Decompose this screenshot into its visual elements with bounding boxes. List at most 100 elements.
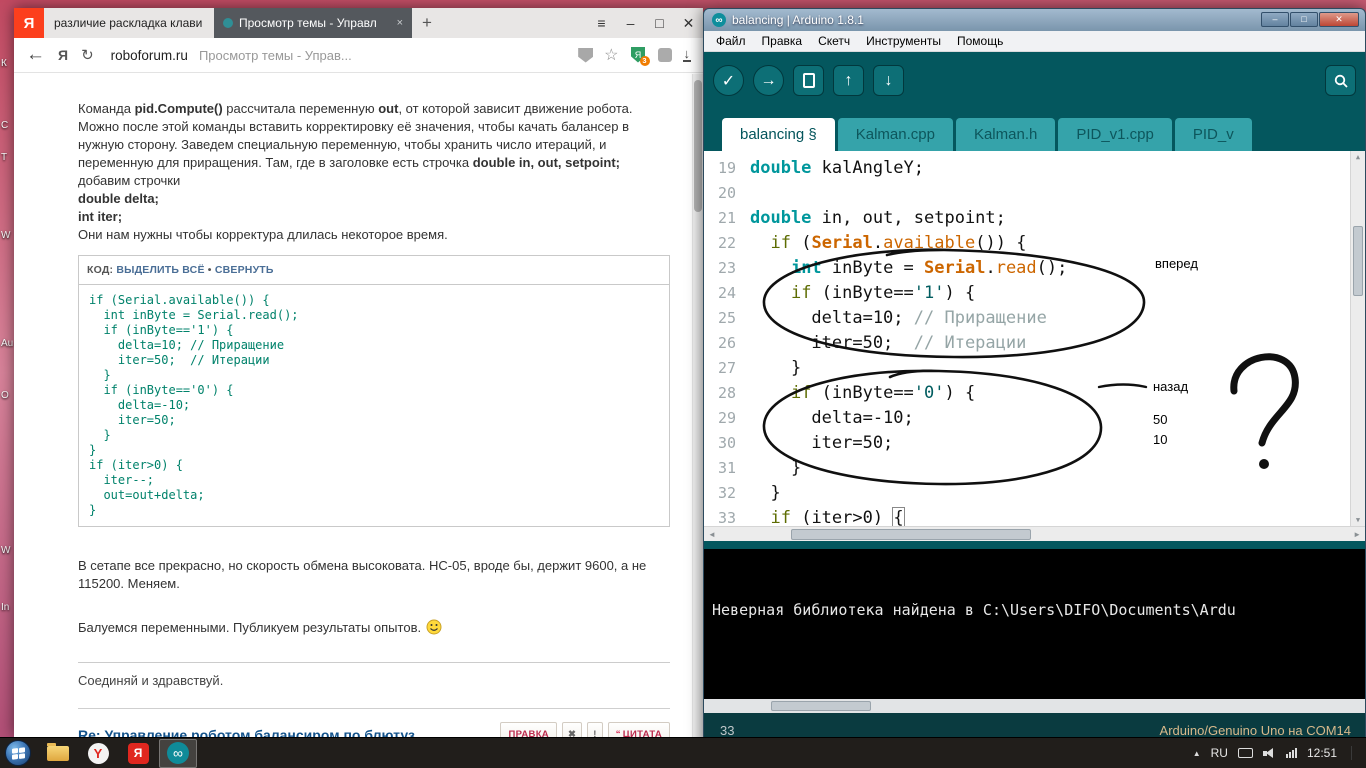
line-number: 31 xyxy=(704,459,750,477)
edit-button[interactable]: ПРАВКА xyxy=(500,722,557,737)
tab-close-icon[interactable]: × xyxy=(397,17,403,29)
code-editor[interactable]: 19double kalAngleY;2021double in, out, s… xyxy=(704,151,1365,526)
url-host: roboforum.ru xyxy=(111,48,188,63)
browser-close-button[interactable]: ✕ xyxy=(674,15,703,32)
ide-titlebar[interactable]: ∞ balancing | Arduino 1.8.1 – □ ✕ xyxy=(704,9,1365,31)
scroll-down-arrow[interactable]: ▼ xyxy=(1351,516,1365,524)
code-block-header: КОД: ВЫДЕЛИТЬ ВСЁ • СВЕРНУТЬ xyxy=(79,256,669,285)
scrollbar-thumb[interactable] xyxy=(791,529,1031,540)
delete-button[interactable]: ✖ xyxy=(562,722,582,737)
ide-window-controls: – □ ✕ xyxy=(1261,12,1359,27)
line-code: delta=-10; xyxy=(750,408,914,428)
ide-tab-2[interactable]: Kalman.cpp xyxy=(838,118,953,151)
collapse-link[interactable]: СВЕРНУТЬ xyxy=(215,264,274,276)
text-segment: добавим строчки xyxy=(78,173,180,188)
network-icon[interactable] xyxy=(1286,748,1297,758)
editor-line-22: 22 if (Serial.available()) { xyxy=(704,230,1365,255)
scrollbar-thumb[interactable] xyxy=(1353,226,1363,296)
editor-line-19: 19double kalAngleY; xyxy=(704,155,1365,180)
next-post-block: Re: Управление роботом балансиром по блю… xyxy=(78,708,670,737)
open-button[interactable]: ↑ xyxy=(833,65,864,96)
reload-button[interactable]: ↻ xyxy=(81,46,94,64)
scroll-up-arrow[interactable]: ▲ xyxy=(1351,153,1365,161)
volume-icon[interactable] xyxy=(1263,748,1276,759)
ide-menu-1[interactable]: Файл xyxy=(708,32,754,50)
line-number: 30 xyxy=(704,434,750,452)
ide-menu-5[interactable]: Помощь xyxy=(949,32,1011,50)
browser-window-controls: ≡ – □ ✕ xyxy=(587,8,703,38)
new-sketch-button[interactable] xyxy=(793,65,824,96)
desktop-icon-label[interactable]: T xyxy=(1,152,7,163)
taskbar-arduino[interactable]: ∞ xyxy=(159,739,197,768)
extension-icon[interactable] xyxy=(658,48,672,62)
ide-tab-1[interactable]: balancing § xyxy=(722,118,835,151)
show-desktop-button[interactable] xyxy=(1351,746,1358,760)
close-button[interactable]: ✕ xyxy=(1319,12,1359,27)
desktop-icon-label[interactable]: W xyxy=(1,545,10,556)
language-indicator[interactable]: RU xyxy=(1211,746,1228,760)
yandex-logo-icon[interactable]: Я xyxy=(14,8,44,38)
line-number: 33 xyxy=(704,509,750,527)
post-title-link[interactable]: Re: Управление роботом балансиром по блю… xyxy=(78,726,495,737)
browser-maximize-button[interactable]: □ xyxy=(645,15,674,31)
minimize-button[interactable]: – xyxy=(1261,12,1289,27)
editor-vertical-scrollbar[interactable]: ▲ ▼ xyxy=(1350,151,1365,526)
desktop-icon-label[interactable]: W xyxy=(1,230,10,241)
maximize-button[interactable]: □ xyxy=(1290,12,1318,27)
start-button[interactable] xyxy=(5,740,31,766)
desktop-icon-label[interactable]: О xyxy=(1,390,9,401)
desktop-icon-label[interactable]: C xyxy=(1,120,8,131)
text-segment: Команда xyxy=(78,101,135,116)
ide-menu-2[interactable]: Правка xyxy=(754,32,811,50)
upload-button[interactable]: → xyxy=(753,65,784,96)
line-code: } xyxy=(750,483,781,503)
browser-content: Команда pid.Compute() рассчитала перемен… xyxy=(14,74,703,737)
browser-minimize-button[interactable]: – xyxy=(616,15,645,31)
scroll-left-arrow[interactable]: ◄ xyxy=(708,530,716,539)
ide-console[interactable]: Неверная библиотека найдена в C:\Users\D… xyxy=(704,549,1365,699)
browser-tab-2-active[interactable]: Просмотр темы - Управл × xyxy=(214,8,412,38)
scroll-right-arrow[interactable]: ► xyxy=(1353,530,1361,539)
taskbar-yandex[interactable]: Y xyxy=(79,739,117,768)
browser-scrollbar[interactable] xyxy=(692,74,703,737)
keyboard-icon[interactable] xyxy=(1238,748,1253,758)
line-code: if (Serial.available()) { xyxy=(750,233,1026,253)
report-button[interactable]: ! xyxy=(587,722,602,737)
browser-tab-1[interactable]: различие раскладка клави xyxy=(44,8,214,38)
desktop-icon-label[interactable]: In xyxy=(1,602,9,613)
quote-button[interactable]: “ЦИТАТА xyxy=(608,722,670,737)
hidden-icons-arrow[interactable]: ▲ xyxy=(1193,749,1201,758)
scrollbar-thumb[interactable] xyxy=(694,80,702,212)
ide-menu-3[interactable]: Скетч xyxy=(810,32,858,50)
bookmark-star-icon[interactable]: ☆ xyxy=(604,45,618,65)
editor-horizontal-scrollbar[interactable]: ◄ ► xyxy=(704,526,1365,541)
protect-extension-icon[interactable]: Я 3 xyxy=(630,47,647,64)
taskbar-explorer[interactable] xyxy=(39,739,77,768)
back-button[interactable]: ← xyxy=(26,44,45,66)
console-scrollbar[interactable] xyxy=(704,699,1365,713)
verify-button[interactable]: ✓ xyxy=(713,65,744,96)
clock[interactable]: 12:51 xyxy=(1307,746,1337,760)
yandex-button[interactable]: Я xyxy=(58,47,68,63)
new-tab-button[interactable]: + xyxy=(412,8,442,38)
download-icon[interactable]: ↓ xyxy=(683,48,692,62)
taskbar-yandex-browser[interactable]: Я xyxy=(119,739,157,768)
select-all-link[interactable]: ВЫДЕЛИТЬ ВСЁ xyxy=(116,264,204,276)
editor-line-21: 21double in, out, setpoint; xyxy=(704,205,1365,230)
editor-line-33: 33 if (iter>0) { xyxy=(704,505,1365,526)
editor-lines: 19double kalAngleY;2021double in, out, s… xyxy=(704,155,1365,526)
desktop-icon-label[interactable]: Au xyxy=(1,338,13,349)
ide-menu-4[interactable]: Инструменты xyxy=(858,32,949,50)
serial-monitor-button[interactable] xyxy=(1325,65,1356,96)
address-bar[interactable]: roboforum.ruПросмотр темы - Управ... xyxy=(111,48,352,63)
extension-shield-icon[interactable] xyxy=(578,48,593,63)
save-button[interactable]: ↓ xyxy=(873,65,904,96)
editor-line-26: 26 iter=50; // Итерации xyxy=(704,330,1365,355)
ide-tab-5[interactable]: PID_v xyxy=(1175,118,1252,151)
line-number: 29 xyxy=(704,409,750,427)
desktop-icon-label[interactable]: К xyxy=(1,58,7,69)
scrollbar-thumb[interactable] xyxy=(771,701,871,711)
ide-tab-3[interactable]: Kalman.h xyxy=(956,118,1055,151)
browser-menu-icon[interactable]: ≡ xyxy=(587,15,616,31)
ide-tab-4[interactable]: PID_v1.cpp xyxy=(1058,118,1172,151)
